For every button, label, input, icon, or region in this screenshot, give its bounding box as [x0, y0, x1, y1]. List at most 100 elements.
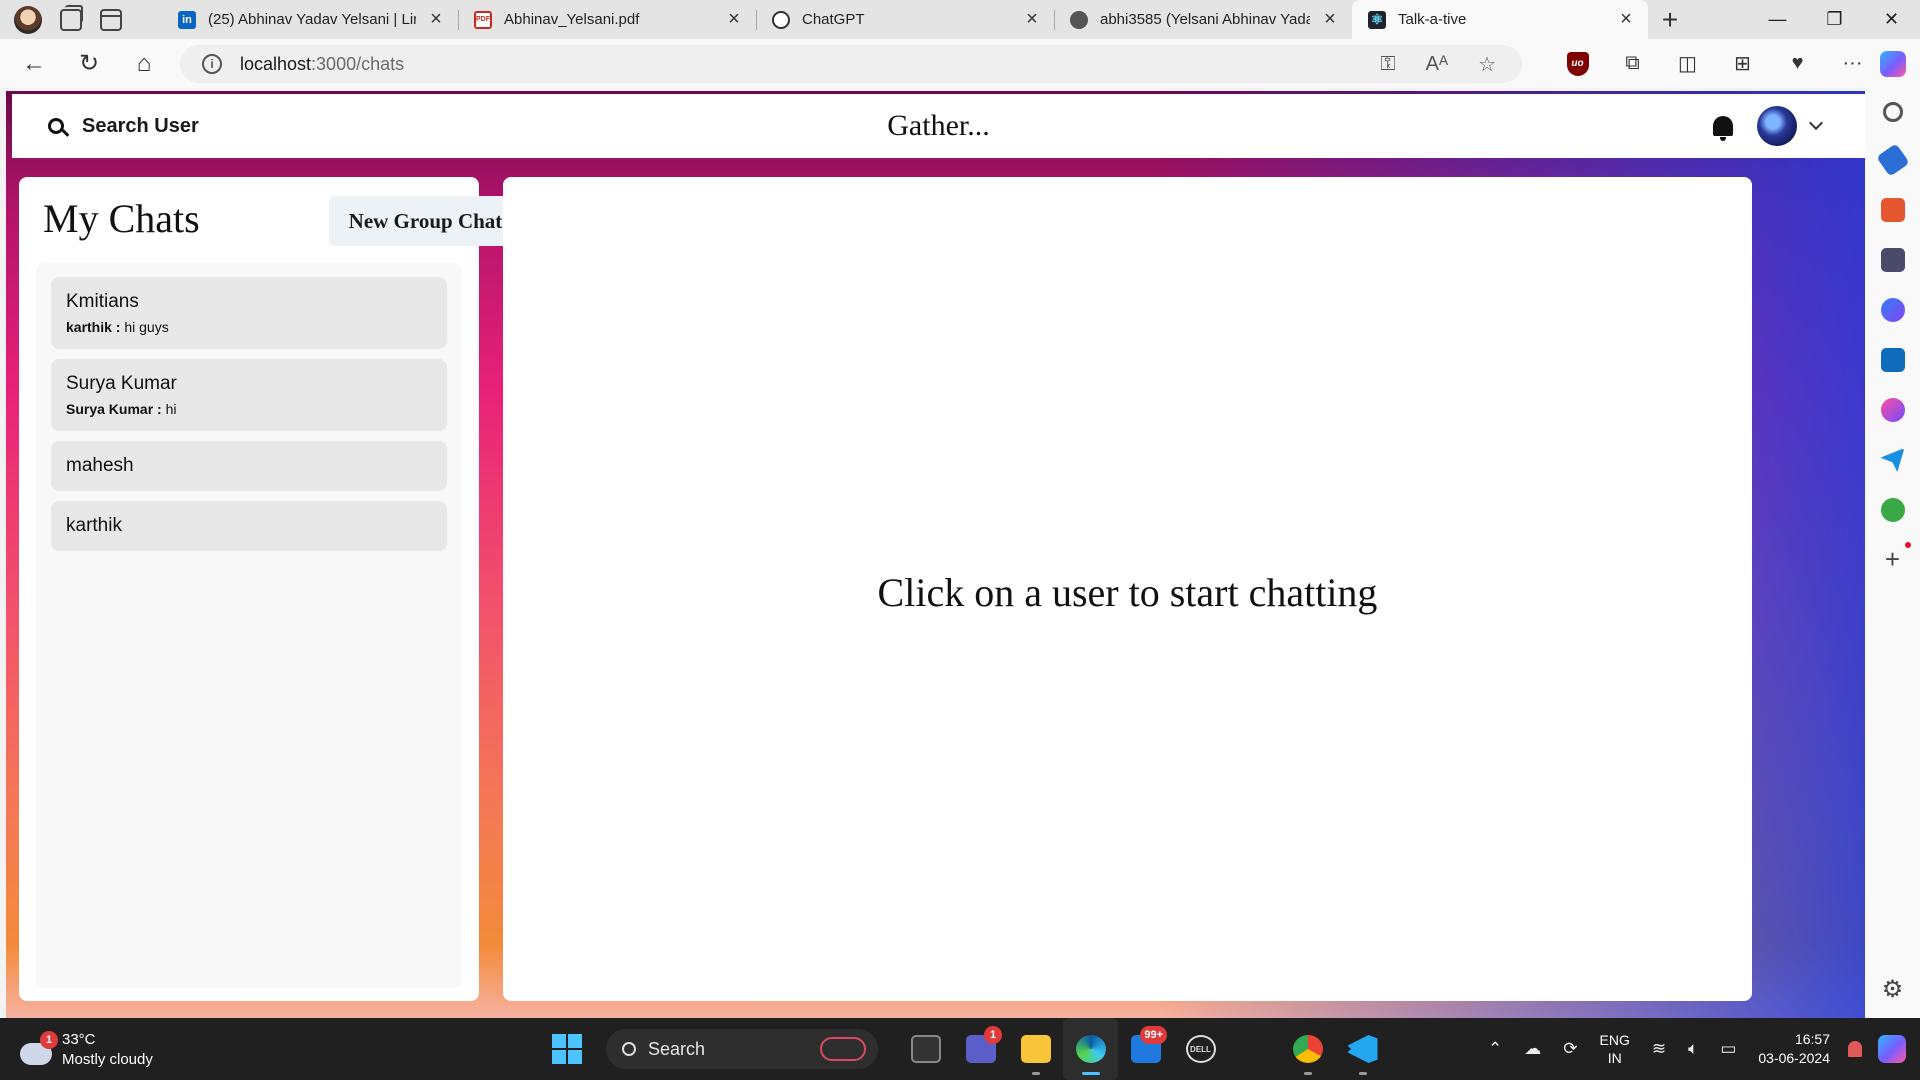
tray-end [1848, 1035, 1906, 1063]
chat-name: karthik [66, 515, 122, 536]
chat-name: Surya Kumar [66, 373, 177, 394]
profile-menu-button[interactable] [1757, 106, 1824, 146]
chat-list: Kmitians karthik : hi guys Surya Kumar S… [36, 263, 462, 988]
chrome-button[interactable] [1280, 1018, 1335, 1080]
shopping-tag-icon[interactable] [1875, 143, 1910, 177]
home-icon[interactable]: ⌂ [123, 43, 165, 85]
sidebar-settings-icon[interactable]: ⚙ [1882, 975, 1904, 1004]
task-view-button[interactable] [898, 1018, 953, 1080]
extensions-icon[interactable]: ⧉ [1605, 52, 1660, 75]
close-icon[interactable]: × [1024, 8, 1040, 31]
split-screen-icon[interactable]: ◫ [1660, 51, 1715, 76]
tab-talk-a-tive[interactable]: ⚛ Talk-a-tive × [1352, 0, 1648, 39]
clock[interactable]: 16:57 03-06-2024 [1758, 1030, 1830, 1068]
edge-icon [1075, 1035, 1106, 1063]
notification-icon[interactable] [1848, 1041, 1862, 1057]
workspaces-icon[interactable] [60, 4, 83, 31]
chat-window: Click on a user to start chatting [503, 177, 1752, 1001]
close-icon[interactable]: × [726, 8, 742, 31]
teams-button[interactable]: 1 [953, 1018, 1008, 1080]
weather-text: 33°C Mostly cloudy [62, 1030, 153, 1070]
sync-icon[interactable]: ⟳ [1563, 1039, 1577, 1059]
tab-title: Abhinav_Yelsani.pdf [504, 11, 640, 28]
linkedin-icon: in [178, 10, 196, 29]
tab-pdf[interactable]: PDF Abhinav_Yelsani.pdf × [458, 0, 756, 39]
chevron-up-icon[interactable]: ⌃ [1488, 1039, 1502, 1059]
task-view-icon [910, 1035, 941, 1063]
mail-badge: 99+ [1140, 1026, 1167, 1044]
mail-button[interactable]: 99+ [1118, 1018, 1173, 1080]
taskbar-search[interactable]: Search [606, 1029, 878, 1069]
profile-avatar-icon[interactable] [14, 5, 42, 34]
close-icon[interactable]: × [428, 8, 444, 31]
chat-latest-message: Surya Kumar : hi [66, 401, 432, 417]
close-window-icon[interactable]: ✕ [1863, 0, 1920, 39]
close-icon[interactable]: × [1618, 8, 1634, 31]
restore-icon[interactable]: ❐ [1806, 0, 1863, 39]
app-header: Search User Gather... [12, 94, 1865, 158]
my-chats-title: My Chats [43, 196, 200, 241]
more-menu-icon[interactable]: ··· [1825, 52, 1880, 75]
running-indicator [1358, 1072, 1367, 1075]
outlook-icon[interactable] [1880, 348, 1905, 372]
site-info-icon[interactable]: i [202, 54, 222, 74]
favorite-star-icon[interactable]: ☆ [1478, 52, 1496, 77]
weather-badge: 1 [40, 1031, 58, 1049]
language-indicator[interactable]: ENG IN [1600, 1031, 1630, 1067]
pdf-icon: PDF [474, 10, 492, 29]
avatar [1757, 106, 1797, 146]
address-bar-actions: ⚿ Aᴬ ☆ [1380, 45, 1496, 83]
ublock-icon[interactable]: uo [1550, 51, 1605, 76]
address-bar[interactable]: i localhost:3000/chats ⚿ Aᴬ ☆ [180, 45, 1522, 83]
chat-item-kmitians[interactable]: Kmitians karthik : hi guys [51, 277, 447, 349]
tab-github[interactable]: abhi3585 (Yelsani Abhinav Yadav) × [1054, 0, 1352, 39]
vscode-button[interactable] [1335, 1018, 1390, 1080]
add-sidebar-app-icon[interactable]: + [1881, 542, 1911, 572]
tab-chatgpt[interactable]: ChatGPT × [756, 0, 1054, 39]
system-tray: ⌃ ☁ ⟳ ENG IN ≋ 🔈︎ ▭ 16:57 03-06-2024 [1488, 1018, 1920, 1080]
running-indicator [1303, 1072, 1312, 1075]
games-icon[interactable] [1880, 248, 1905, 272]
browser-essentials-icon[interactable]: ♥ [1770, 52, 1825, 75]
chat-item-karthik[interactable]: karthik [51, 501, 447, 551]
reload-icon[interactable]: ↻ [68, 43, 110, 85]
window-controls: — ❐ ✕ [1749, 0, 1920, 39]
close-icon[interactable]: × [1322, 8, 1338, 31]
tab-actions-icon[interactable] [100, 8, 122, 31]
tree-icon[interactable] [1880, 498, 1905, 522]
edge-button[interactable] [1063, 1018, 1118, 1080]
dell-icon: DELL [1185, 1035, 1216, 1063]
tray-icons: ⌃ ☁ ⟳ [1488, 1039, 1578, 1059]
file-explorer-button[interactable] [1008, 1018, 1063, 1080]
read-aloud-icon[interactable]: Aᴬ [1426, 53, 1448, 76]
search-user-button[interactable]: Search User [12, 115, 199, 138]
chat-item-surya-kumar[interactable]: Surya Kumar Surya Kumar : hi [51, 359, 447, 431]
taskbar-apps: Search 1 99+ DELL [552, 1018, 1390, 1080]
chat-name: Kmitians [66, 291, 139, 312]
collections-icon[interactable]: ⊞ [1715, 51, 1770, 76]
network-volume-battery[interactable]: ≋ 🔈︎ ▭ [1652, 1039, 1737, 1059]
windows-start-icon[interactable] [552, 1034, 582, 1064]
designer-icon[interactable] [1880, 398, 1905, 422]
chat-item-mahesh[interactable]: mahesh [51, 441, 447, 491]
copilot-taskbar-icon[interactable] [1878, 1035, 1906, 1063]
back-icon[interactable]: ← [13, 43, 55, 85]
search-user-label: Search User [82, 114, 199, 137]
drop-icon[interactable] [1880, 448, 1905, 472]
tools-bag-icon[interactable] [1880, 198, 1905, 222]
copilot-icon[interactable] [1880, 50, 1906, 77]
dell-button[interactable]: DELL [1173, 1018, 1228, 1080]
weather-widget[interactable]: 1 33°C Mostly cloudy [20, 1030, 153, 1070]
key-icon[interactable]: ⚿ [1380, 53, 1395, 76]
notification-bell-icon[interactable] [1713, 116, 1733, 141]
search-icon [48, 118, 64, 134]
new-tab-button[interactable]: + [1648, 4, 1692, 36]
microsoft-365-icon[interactable] [1880, 298, 1905, 322]
tab-title: (25) Abhinav Yadav Yelsani | LinkedIn [208, 11, 416, 28]
tab-linkedin[interactable]: in (25) Abhinav Yadav Yelsani | LinkedIn… [162, 0, 458, 39]
header-actions [1713, 94, 1824, 158]
onedrive-icon[interactable]: ☁ [1524, 1039, 1541, 1059]
minimize-icon[interactable]: — [1749, 0, 1806, 39]
chevron-down-icon [1808, 115, 1824, 131]
sidebar-search-icon[interactable] [1882, 102, 1903, 122]
